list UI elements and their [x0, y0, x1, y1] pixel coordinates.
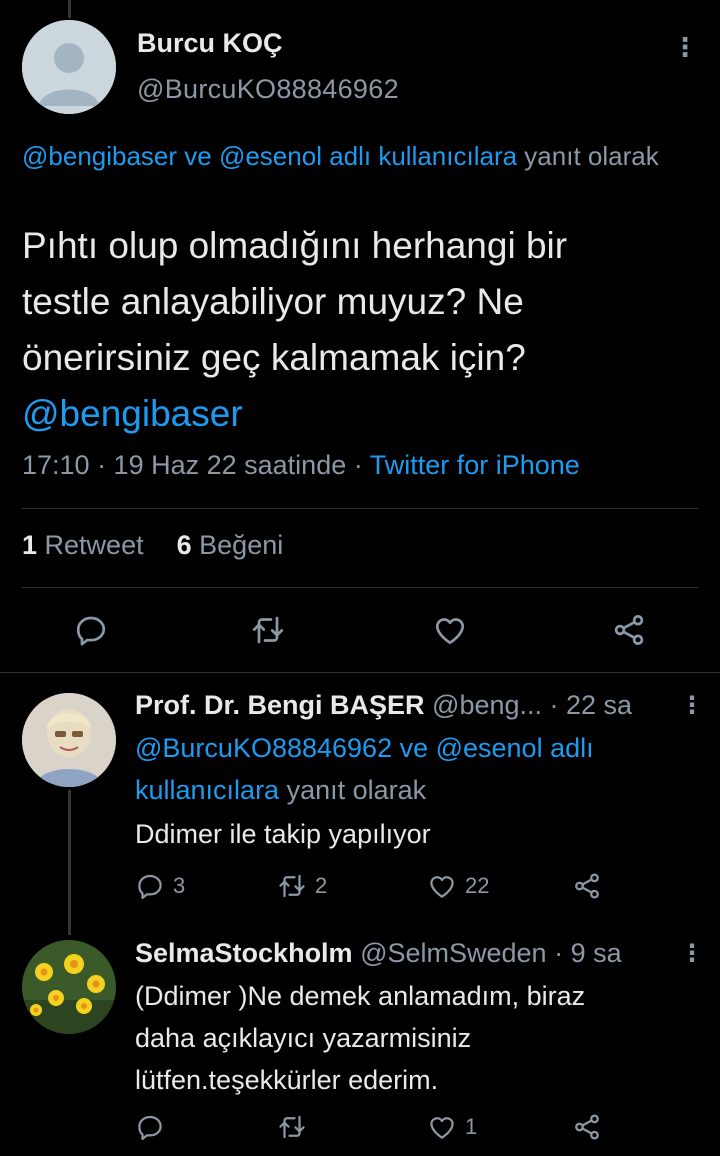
reply-icon — [138, 1115, 162, 1140]
retweet-button[interactable] — [277, 1112, 315, 1142]
tweet-stats: 1 Retweet 6 Beğeni — [22, 530, 283, 561]
like-count: 22 — [465, 873, 490, 898]
like-icon[interactable] — [432, 612, 468, 648]
reply-text-line: (Ddimer )Ne demek anlamadım, biraz — [135, 981, 586, 1011]
retweet-icon — [279, 874, 305, 898]
reply-author-handle[interactable]: @beng... — [425, 690, 542, 720]
retweet-count: 2 — [315, 873, 328, 898]
retweet-button[interactable]: 2 — [277, 871, 327, 901]
like-icon — [430, 876, 454, 898]
thread-line-top — [68, 0, 71, 18]
reply-author-handle[interactable]: @SelmSweden — [353, 938, 547, 968]
daffodil-photo-icon — [22, 940, 116, 1034]
reply-button[interactable] — [135, 1112, 173, 1142]
like-icon — [430, 1117, 454, 1139]
reply-button[interactable]: 3 — [135, 871, 185, 901]
author-name[interactable]: Burcu KOÇ — [137, 28, 283, 59]
thread-line — [68, 790, 71, 935]
reply-context: kullanıcılara yanıt olarak — [135, 769, 426, 811]
retweet-icon — [279, 1115, 305, 1139]
reply-context-suffix: yanıt olarak — [279, 775, 427, 805]
like-stat[interactable]: 6 Beğeni — [177, 530, 284, 560]
reply-icon — [138, 874, 162, 899]
reply-header: Prof. Dr. Bengi BAŞER @beng... · 22 sa — [135, 690, 632, 721]
retweet-icon[interactable] — [250, 612, 286, 648]
profile-photo-icon — [22, 693, 116, 787]
reply-context-suffix: yanıt olarak — [517, 141, 659, 171]
tweet-source[interactable]: Twitter for iPhone — [370, 450, 580, 480]
reply-time[interactable]: · 22 sa — [542, 690, 633, 720]
reply-context: @bengibaser ve @esenol adlı kullanıcılar… — [22, 136, 702, 176]
like-label: Beğeni — [191, 530, 284, 560]
default-avatar-icon — [22, 20, 116, 114]
reply-icon[interactable] — [73, 612, 109, 648]
reply-text-line: lütfen.teşekkürler ederim. — [135, 1065, 439, 1095]
share-button[interactable] — [572, 1112, 602, 1142]
reply-context-link[interactable]: @bengibaser ve @esenol adlı kullanıcılar… — [22, 141, 517, 171]
reply-text-line: daha açıklayıcı yazarmisiniz — [135, 1023, 472, 1053]
reply-context-link[interactable]: @BurcuKO88846962 ve @esenol adlı — [135, 733, 594, 763]
reply-author-name[interactable]: SelmaStockholm — [135, 938, 353, 968]
retweet-count: 1 — [22, 530, 38, 560]
like-count: 1 — [465, 1114, 478, 1139]
avatar-selma[interactable] — [22, 940, 116, 1034]
tweet-text-line: testle anlayabiliyor muyuz? Ne — [22, 281, 524, 322]
tweet-text: Pıhtı olup olmadığını herhangi bir testl… — [22, 218, 702, 442]
divider — [22, 508, 698, 509]
retweet-stat[interactable]: 1 Retweet — [22, 530, 144, 560]
like-button[interactable]: 1 — [427, 1112, 477, 1142]
more-icon[interactable]: ⋮ — [680, 694, 704, 718]
retweet-label: Retweet — [37, 530, 144, 560]
reply-context: @BurcuKO88846962 ve @esenol adlı — [135, 727, 594, 769]
tweet-mention[interactable]: @bengibaser — [22, 386, 702, 442]
reply-time[interactable]: · 9 sa — [547, 938, 622, 968]
avatar-bengi[interactable] — [22, 693, 116, 787]
like-button[interactable]: 22 — [427, 871, 489, 901]
share-icon — [575, 1114, 599, 1140]
share-icon[interactable] — [611, 612, 647, 648]
like-count: 6 — [176, 530, 192, 560]
more-icon[interactable]: ⋮ — [680, 942, 704, 966]
divider — [22, 587, 698, 588]
divider — [0, 672, 720, 673]
avatar-burcu[interactable] — [22, 20, 116, 114]
tweet-text-line: önerirsiniz geç kalmamak için? — [22, 337, 526, 378]
reply-count: 3 — [173, 873, 186, 898]
reply-author-name[interactable]: Prof. Dr. Bengi BAŞER — [135, 690, 425, 720]
tweet-meta: 17:10 · 19 Haz 22 saatinde · Twitter for… — [22, 450, 580, 481]
reply-context-link[interactable]: kullanıcılara — [135, 775, 279, 805]
share-icon — [575, 873, 599, 899]
tweet-text-line: Pıhtı olup olmadığını herhangi bir — [22, 225, 568, 266]
reply-header: SelmaStockholm @SelmSweden · 9 sa — [135, 938, 622, 969]
reply-text: (Ddimer )Ne demek anlamadım, biraz daha … — [135, 975, 695, 1101]
author-handle[interactable]: @BurcuKO88846962 — [137, 74, 399, 105]
more-icon[interactable]: ⋮ — [672, 34, 698, 60]
share-button[interactable] — [572, 871, 602, 901]
tweet-time: 17:10 · 19 Haz 22 saatinde · — [22, 450, 370, 480]
reply-text: Ddimer ile takip yapılıyor — [135, 819, 431, 849]
